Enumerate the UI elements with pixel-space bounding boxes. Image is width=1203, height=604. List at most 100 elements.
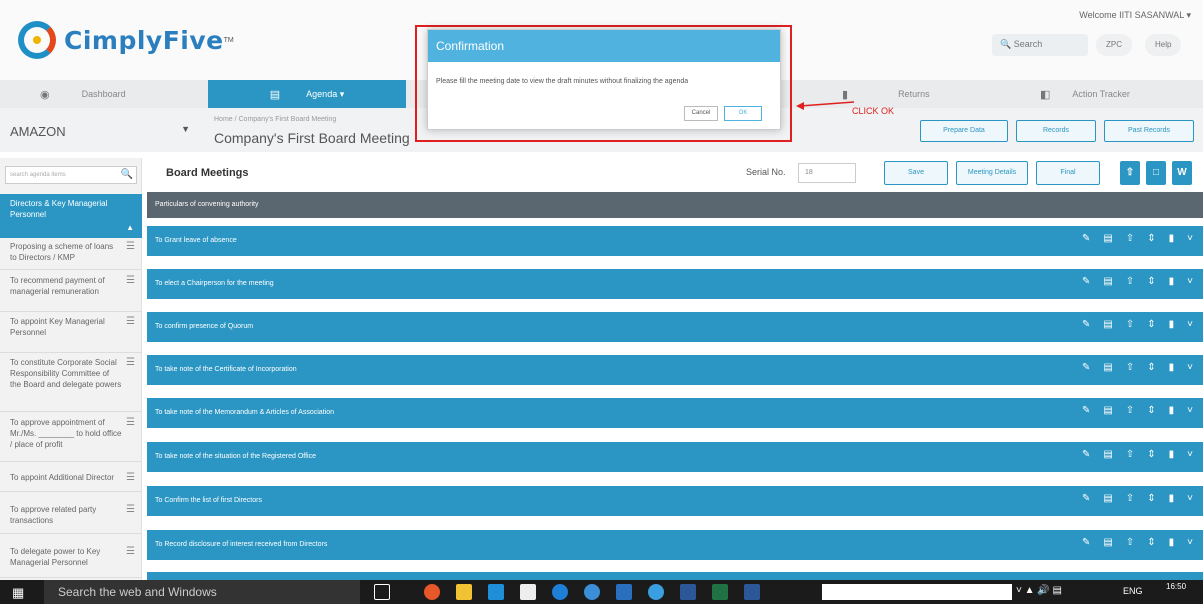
sidebar-item[interactable]: To recommend payment of managerial remun…	[0, 272, 142, 312]
reorder-icon[interactable]: ⇕	[1147, 233, 1155, 244]
delete-icon[interactable]: ▮	[1169, 276, 1175, 287]
edit-icon[interactable]: ✎	[1082, 319, 1090, 330]
upload-icon[interactable]: ⇧	[1126, 362, 1134, 373]
upload-icon[interactable]: ⇧	[1126, 319, 1134, 330]
upload-icon[interactable]: ⇧	[1126, 405, 1134, 416]
zpc-chip[interactable]: ZPC	[1096, 34, 1132, 56]
taskbar-clock[interactable]: 16:50	[1166, 582, 1186, 591]
app-icon[interactable]	[424, 584, 440, 600]
company-select[interactable]: AMAZON ▼	[0, 108, 200, 152]
notes-icon[interactable]: ▤	[1103, 405, 1112, 416]
menu-icon[interactable]: ☰	[126, 241, 135, 252]
notes-icon[interactable]: ▤	[1103, 362, 1112, 373]
sidebar-item[interactable]: To appoint Additional Director ☰	[0, 464, 142, 492]
delete-icon[interactable]: ▮	[1169, 319, 1175, 330]
sidebar-item[interactable]: To appoint Key Managerial Personnel ☰	[0, 313, 142, 353]
excel-icon[interactable]	[712, 584, 728, 600]
reorder-icon[interactable]: ⇕	[1147, 493, 1155, 504]
edit-icon[interactable]: ✎	[1082, 405, 1090, 416]
reorder-icon[interactable]: ⇕	[1147, 449, 1155, 460]
notes-icon[interactable]: ▤	[1103, 276, 1112, 287]
word-icon[interactable]: W	[1172, 161, 1192, 185]
chrome-icon[interactable]	[648, 584, 664, 600]
prepare-data-button[interactable]: Prepare Data	[920, 120, 1008, 142]
file-explorer-icon[interactable]	[456, 584, 472, 600]
edge-icon[interactable]	[552, 584, 568, 600]
final-button[interactable]: Final	[1036, 161, 1100, 185]
chevron-down-icon[interactable]: ˅	[1187, 537, 1193, 548]
meeting-details-button[interactable]: Meeting Details	[956, 161, 1028, 185]
store-icon[interactable]	[520, 584, 536, 600]
menu-icon[interactable]: ☰	[126, 472, 135, 483]
menu-icon[interactable]: ☰	[126, 546, 135, 557]
nav-dashboard[interactable]: ◉ Dashboard	[40, 80, 126, 108]
records-button[interactable]: Records	[1016, 120, 1096, 142]
delete-icon[interactable]: ▮	[1169, 449, 1175, 460]
nav-action-tracker[interactable]: ◧ Action Tracker	[1040, 80, 1130, 108]
language-indicator[interactable]: ENG	[1123, 586, 1143, 596]
save-button[interactable]: Save	[884, 161, 948, 185]
agenda-row[interactable]: To Confirm the list of first Directors ✎ ▤…	[147, 486, 1203, 516]
help-chip[interactable]: Help	[1145, 34, 1182, 56]
edit-icon[interactable]: ✎	[1082, 493, 1090, 504]
menu-icon[interactable]: ☰	[126, 357, 135, 368]
reorder-icon[interactable]: ⇕	[1147, 405, 1155, 416]
chevron-down-icon[interactable]: ˅	[1187, 276, 1193, 287]
nav-agenda[interactable]: ▤ Agenda ▾	[208, 80, 406, 108]
menu-icon[interactable]: ☰	[126, 275, 135, 286]
delete-icon[interactable]: ▮	[1169, 405, 1175, 416]
ie-icon[interactable]	[584, 584, 600, 600]
chevron-down-icon[interactable]: ˅	[1187, 493, 1193, 504]
menu-icon[interactable]: ☰	[126, 504, 135, 515]
logo[interactable]: CimplyFive TM	[18, 18, 234, 62]
agenda-row[interactable]: To take note of the Memorandum & Article…	[147, 398, 1203, 428]
upload-icon[interactable]: ⇧	[1126, 276, 1134, 287]
global-search-input[interactable]: 🔍 Search	[992, 34, 1088, 56]
upload-icon[interactable]: ⇧	[1126, 233, 1134, 244]
cancel-button[interactable]: Cancel	[684, 106, 718, 121]
windows-start-icon[interactable]: ▦	[12, 585, 24, 601]
breadcrumb[interactable]: Home / Company's First Board Meeting	[214, 116, 336, 123]
serial-number-input[interactable]: 18	[798, 163, 856, 183]
sidebar-item[interactable]: To constitute Corporate Social Responsib…	[0, 354, 142, 412]
reorder-icon[interactable]: ⇕	[1147, 319, 1155, 330]
reorder-icon[interactable]: ⇕	[1147, 276, 1155, 287]
system-tray-icons[interactable]: ˅ ▲ 🔊 ▤	[1016, 585, 1062, 596]
upload-icon[interactable]: ⇧	[1126, 537, 1134, 548]
sidebar-item[interactable]: To approve appointment of Mr./Ms. ______…	[0, 414, 142, 462]
delete-icon[interactable]: ▮	[1169, 233, 1175, 244]
convening-authority-bar[interactable]: Particulars of convening authority	[147, 192, 1203, 218]
taskbar-input-field[interactable]	[822, 584, 1012, 600]
chevron-down-icon[interactable]: ˅	[1187, 449, 1193, 460]
notes-icon[interactable]: ▤	[1103, 449, 1112, 460]
edit-icon[interactable]: ✎	[1082, 233, 1090, 244]
delete-icon[interactable]: ▮	[1169, 537, 1175, 548]
agenda-row[interactable]: To take note of the Certificate of Incor…	[147, 355, 1203, 385]
taskbar-search[interactable]: Search the web and Windows	[44, 580, 360, 604]
agenda-row[interactable]: To Grant leave of absence ✎ ▤ ⇧ ⇕ ▮ ˅	[147, 226, 1203, 256]
pdf-icon[interactable]: □	[1146, 161, 1166, 185]
menu-icon[interactable]: ☰	[126, 417, 135, 428]
outlook-icon[interactable]	[616, 584, 632, 600]
delete-icon[interactable]: ▮	[1169, 493, 1175, 504]
chevron-down-icon[interactable]: ˅	[1187, 362, 1193, 373]
word-icon[interactable]	[744, 584, 760, 600]
sidebar-search-input[interactable]: search agenda items 🔍	[5, 166, 137, 184]
agenda-row[interactable]: To elect a Chairperson for the meeting ✎ ▤…	[147, 269, 1203, 299]
upload-icon[interactable]: ⇧	[1126, 493, 1134, 504]
agenda-row[interactable]: To Record disclosure of interest receive…	[147, 530, 1203, 560]
sidebar-item[interactable]: To approve related party transactions ☰	[0, 496, 142, 534]
reorder-icon[interactable]: ⇕	[1147, 362, 1155, 373]
chevron-down-icon[interactable]: ˅	[1187, 405, 1193, 416]
welcome-user[interactable]: Welcome IITI SASANWAL ▾	[1079, 10, 1191, 21]
app-icon[interactable]	[680, 584, 696, 600]
agenda-row[interactable]: To confirm presence of Quorum ✎ ▤ ⇧ ⇕ ▮ ˅	[147, 312, 1203, 342]
upload-icon[interactable]: ⇧	[1120, 161, 1140, 185]
edit-icon[interactable]: ✎	[1082, 276, 1090, 287]
notes-icon[interactable]: ▤	[1103, 233, 1112, 244]
chevron-down-icon[interactable]: ˅	[1187, 233, 1193, 244]
menu-icon[interactable]: ☰	[126, 316, 135, 327]
sidebar-item[interactable]: To delegate power to Key Managerial Pers…	[0, 538, 142, 578]
sidebar-item[interactable]: Proposing a scheme of loans to Directors…	[0, 238, 142, 270]
skype-icon[interactable]	[488, 584, 504, 600]
